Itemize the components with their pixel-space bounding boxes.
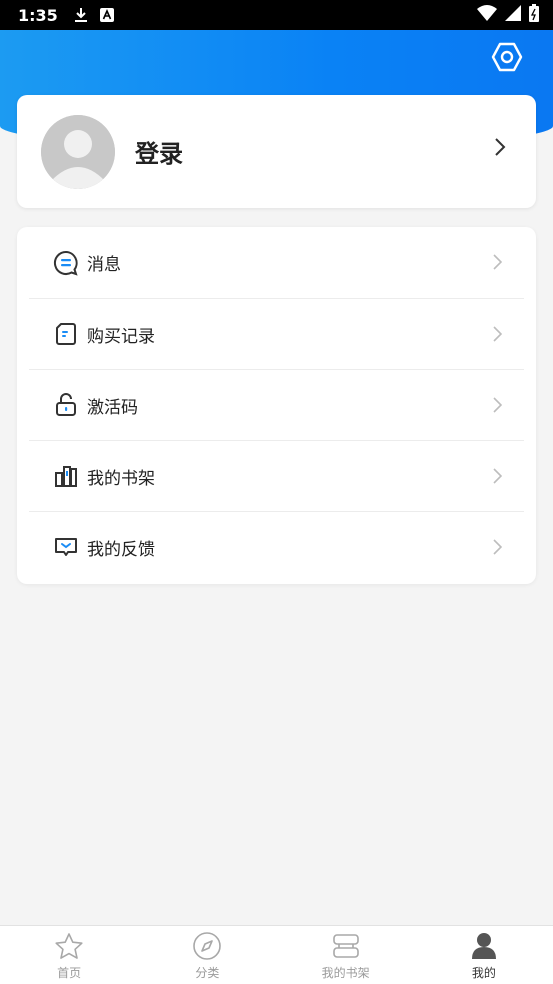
chevron-right-icon xyxy=(493,539,503,559)
star-icon xyxy=(53,931,85,961)
bookshelf-stack-icon xyxy=(330,931,362,961)
nav-item-category[interactable]: 分类 xyxy=(138,926,276,984)
battery-icon xyxy=(529,4,539,26)
settings-hexagon-icon[interactable] xyxy=(491,41,523,73)
chevron-right-icon xyxy=(493,397,503,417)
nav-item-mine[interactable]: 我的 xyxy=(415,926,553,984)
bookshelf-icon xyxy=(53,463,79,489)
login-card[interactable]: 登录 xyxy=(17,95,536,208)
status-time: 1:35 xyxy=(18,5,58,25)
nav-label: 我的 xyxy=(471,966,496,980)
compass-icon xyxy=(191,931,223,961)
profile-page: 1:35 登录 消息 购买记录 激活码 我的书架 我的反馈 首页 分类 我的书架… xyxy=(0,0,553,984)
chevron-right-icon xyxy=(493,326,503,346)
menu-item-activation-code[interactable]: 激活码 xyxy=(29,369,524,440)
nav-label: 首页 xyxy=(57,966,82,980)
download-icon xyxy=(74,7,88,23)
nav-label: 分类 xyxy=(195,966,220,980)
menu-item-messages[interactable]: 消息 xyxy=(29,227,524,298)
bottom-nav: 首页 分类 我的书架 我的 xyxy=(0,925,553,984)
app-notification-icon xyxy=(99,8,114,22)
nav-item-home[interactable]: 首页 xyxy=(0,926,138,984)
signal-icon xyxy=(505,5,521,25)
login-label: 登录 xyxy=(135,140,183,168)
purchase-record-icon xyxy=(53,321,79,347)
wifi-icon xyxy=(477,5,497,25)
chevron-right-icon xyxy=(493,468,503,488)
menu-item-label: 我的反馈 xyxy=(87,539,155,560)
menu-item-purchase-records[interactable]: 购买记录 xyxy=(29,298,524,369)
chevron-right-icon xyxy=(494,137,506,161)
status-bar: 1:35 xyxy=(0,0,553,30)
nav-item-bookshelf[interactable]: 我的书架 xyxy=(277,926,415,984)
unlock-icon xyxy=(53,392,79,418)
menu-item-my-feedback[interactable]: 我的反馈 xyxy=(29,511,524,582)
person-icon xyxy=(468,931,500,961)
avatar xyxy=(41,114,115,189)
message-bubble-icon xyxy=(53,250,79,276)
menu-card: 消息 购买记录 激活码 我的书架 我的反馈 xyxy=(17,227,536,584)
menu-item-label: 我的书架 xyxy=(87,468,155,489)
feedback-icon xyxy=(53,534,79,560)
menu-item-label: 消息 xyxy=(87,255,121,275)
menu-item-my-bookshelf[interactable]: 我的书架 xyxy=(29,440,524,511)
menu-item-label: 激活码 xyxy=(87,397,138,418)
chevron-right-icon xyxy=(493,254,503,274)
nav-label: 我的书架 xyxy=(321,966,370,980)
menu-item-label: 购买记录 xyxy=(87,326,155,347)
